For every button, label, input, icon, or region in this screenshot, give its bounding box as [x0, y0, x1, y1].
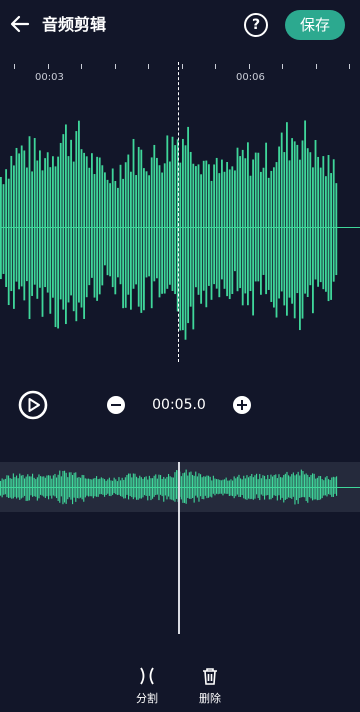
overview-waveform[interactable]	[0, 462, 360, 512]
trash-icon	[203, 668, 217, 685]
minus-icon[interactable]	[107, 396, 125, 414]
ruler-label: 00:03	[35, 72, 64, 83]
back-arrow-icon[interactable]	[8, 12, 32, 36]
ruler-tick	[48, 64, 49, 69]
overview-playhead[interactable]	[178, 462, 180, 634]
delete-button[interactable]: 删除	[190, 666, 230, 706]
split-button[interactable]: 分割	[127, 666, 167, 706]
ruler-tick	[316, 64, 317, 69]
plus-icon[interactable]	[233, 396, 251, 414]
delete-label: 删除	[199, 692, 221, 705]
split-icon	[140, 667, 154, 685]
time-ruler[interactable]: 00:03 00:06	[0, 58, 360, 88]
split-label: 分割	[136, 692, 158, 705]
ruler-tick	[182, 64, 183, 69]
main-playhead[interactable]	[178, 62, 179, 362]
save-button[interactable]: 保存	[285, 10, 345, 40]
ruler-tick	[282, 64, 283, 69]
ruler-tick	[14, 64, 15, 69]
ruler-tick	[215, 64, 216, 69]
ruler-label: 00:06	[236, 72, 265, 83]
ruler-tick	[81, 64, 82, 69]
play-icon[interactable]	[18, 390, 48, 420]
help-icon[interactable]: ?	[244, 13, 268, 37]
current-time: 00:05.0	[152, 397, 206, 413]
ruler-tick	[249, 64, 250, 69]
ruler-tick	[115, 64, 116, 69]
page-title: 音频剪辑	[42, 15, 107, 34]
ruler-tick	[148, 64, 149, 69]
ruler-tick	[349, 64, 350, 69]
main-waveform[interactable]	[0, 95, 360, 365]
